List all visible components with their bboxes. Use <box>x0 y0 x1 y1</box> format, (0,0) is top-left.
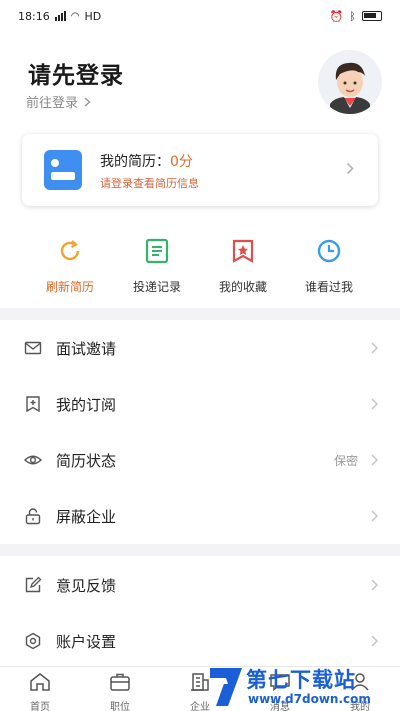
status-time: 18:16 <box>18 9 50 23</box>
refresh-resume-label: 刷新简历 <box>45 280 94 294</box>
menu-item-resume-status[interactable]: 简历状态 保密 <box>0 432 400 488</box>
chevron-right-icon <box>371 510 378 522</box>
my-favorites-label: 我的收藏 <box>218 280 267 294</box>
signal-icon <box>54 11 66 21</box>
menu-item-feedback[interactable]: 意见反馈 <box>0 557 400 613</box>
resume-icon <box>44 150 82 190</box>
chevron-right-icon <box>346 162 354 175</box>
nav-home[interactable]: 首页 <box>0 667 80 711</box>
avatar-illustration <box>330 62 370 114</box>
login-title[interactable]: 请先登录 <box>28 56 124 90</box>
menu-item-my-subscriptions[interactable]: 我的订阅 <box>0 376 400 432</box>
section-divider <box>0 544 400 556</box>
home-icon <box>30 673 50 691</box>
menu-label: 我的订阅 <box>56 395 117 414</box>
chevron-right-icon <box>84 96 91 107</box>
gear-icon <box>25 632 41 650</box>
who-viewed-me-button[interactable]: 谁看过我 <box>289 234 369 295</box>
menu-item-interview-invites[interactable]: 面试邀请 <box>0 320 400 376</box>
section-divider <box>0 308 400 320</box>
bookmark-plus-icon <box>26 396 40 413</box>
who-viewed-me-label: 谁看过我 <box>304 280 353 294</box>
resume-title: 我的简历：0分 <box>100 151 193 171</box>
clock-icon <box>316 238 342 264</box>
battery-icon <box>362 11 382 21</box>
bookmark-star-icon <box>230 238 256 264</box>
resume-score: 0分 <box>170 154 193 170</box>
my-favorites-button[interactable]: 我的收藏 <box>203 234 283 295</box>
delivery-records-button[interactable]: 投递记录 <box>117 234 197 295</box>
resume-title-label: 我的简历： <box>100 154 170 170</box>
refresh-resume-button[interactable]: 刷新简历 <box>30 234 110 295</box>
nav-jobs[interactable]: 职位 <box>80 667 160 711</box>
nav-label: 首页 <box>30 702 50 711</box>
status-bar: 18:16 ◠ HD ⏰ ᛒ <box>0 0 400 32</box>
menu-label: 面试邀请 <box>56 339 117 358</box>
alarm-icon: ⏰ <box>329 9 344 23</box>
lock-icon <box>25 508 41 525</box>
document-list-icon <box>144 238 170 264</box>
nav-label: 职位 <box>110 702 130 711</box>
resume-card[interactable]: 我的简历：0分 请登录查看简历信息 <box>22 134 378 206</box>
profile-header: 请先登录 前往登录 <box>0 32 400 128</box>
watermark-logo <box>210 668 242 706</box>
chevron-right-icon <box>371 398 378 410</box>
chevron-right-icon <box>371 635 378 647</box>
chevron-right-icon <box>371 454 378 466</box>
watermark: 第七下载站 www.d7down.com <box>206 660 400 711</box>
menu-label: 简历状态 <box>56 451 117 470</box>
wifi-icon: ◠ <box>70 10 80 22</box>
eye-icon <box>24 455 42 465</box>
chevron-right-icon <box>371 579 378 591</box>
network-label: HD <box>84 9 102 23</box>
delivery-records-label: 投递记录 <box>132 280 181 294</box>
login-link[interactable]: 前往登录 <box>26 92 91 111</box>
menu-label: 账户设置 <box>56 632 117 651</box>
login-link-label: 前往登录 <box>26 96 79 111</box>
mail-icon <box>24 341 42 355</box>
avatar[interactable] <box>318 50 382 114</box>
briefcase-icon <box>110 673 130 691</box>
resume-subtitle: 请登录查看简历信息 <box>100 177 199 190</box>
watermark-url: www.d7down.com <box>248 692 371 706</box>
bluetooth-icon: ᛒ <box>349 9 356 23</box>
edit-icon <box>25 576 42 593</box>
menu-item-block-companies[interactable]: 屏蔽企业 <box>0 488 400 544</box>
quick-actions: 刷新简历 投递记录 我的收藏 谁看过我 <box>0 234 400 304</box>
refresh-icon <box>57 238 83 264</box>
chevron-right-icon <box>371 342 378 354</box>
menu-label: 屏蔽企业 <box>56 507 117 526</box>
resume-status-value: 保密 <box>333 453 358 468</box>
menu-label: 意见反馈 <box>56 576 117 595</box>
watermark-text: 第七下载站 <box>246 668 356 692</box>
